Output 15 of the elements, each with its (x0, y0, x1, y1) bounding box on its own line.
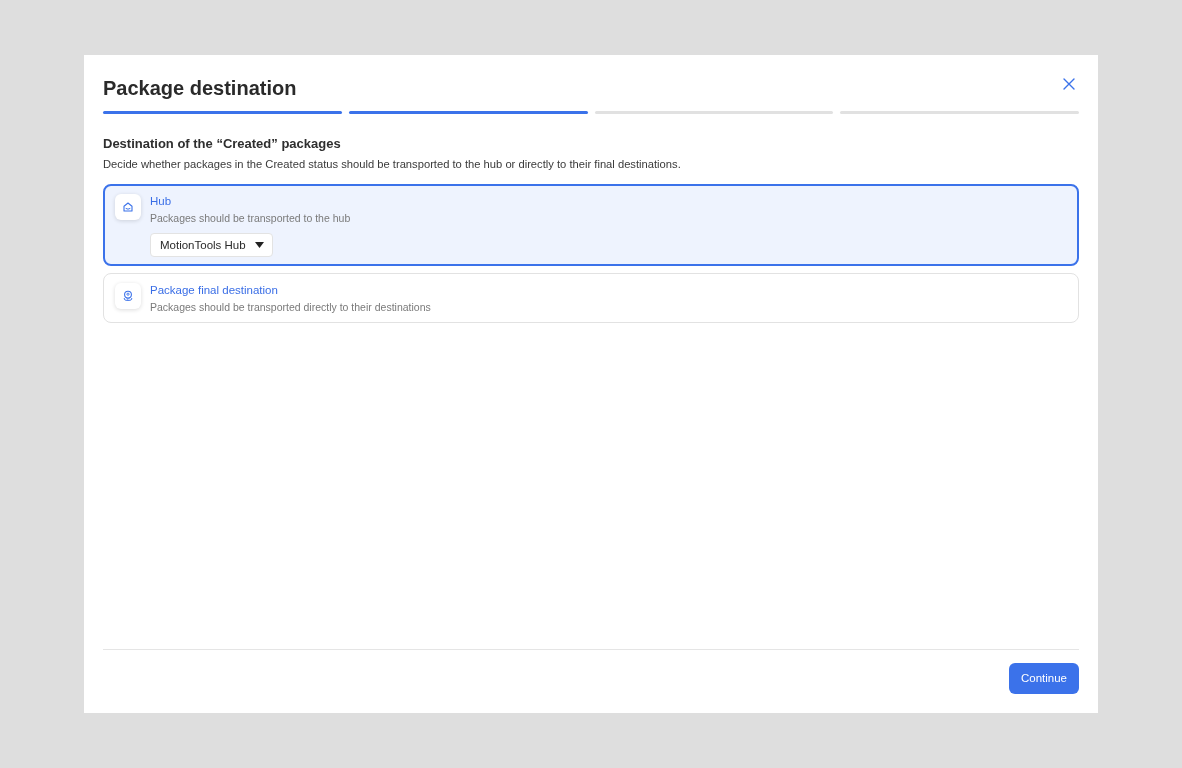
option-description: Packages should be transported to the hub (150, 211, 351, 225)
option-card-selected[interactable]: Hub Packages should be transported to the hub MotionTools Hub (103, 184, 1079, 266)
house-icon (115, 194, 141, 220)
option-title: Hub (150, 194, 172, 209)
hub-dropdown[interactable]: MotionTools Hub (150, 233, 273, 257)
close-icon[interactable] (1062, 77, 1076, 91)
dialog-title: Package destination (103, 76, 297, 101)
caret-icon (254, 242, 264, 248)
option-description: Packages should be transported directly to their destinations (150, 300, 431, 314)
section-heading: Destination of the “Created” packages (103, 135, 342, 152)
location-pin-icon (115, 283, 141, 309)
option-title: Package final destination (150, 283, 278, 298)
section-description: Decide whether packages in the Created status should be transported to the hub or directly to their final destinations. (103, 157, 682, 172)
continue-button[interactable]: Continue (1008, 663, 1079, 694)
option-card[interactable]: Package final destination Packages should be transported directly to their destinations (103, 273, 1079, 323)
